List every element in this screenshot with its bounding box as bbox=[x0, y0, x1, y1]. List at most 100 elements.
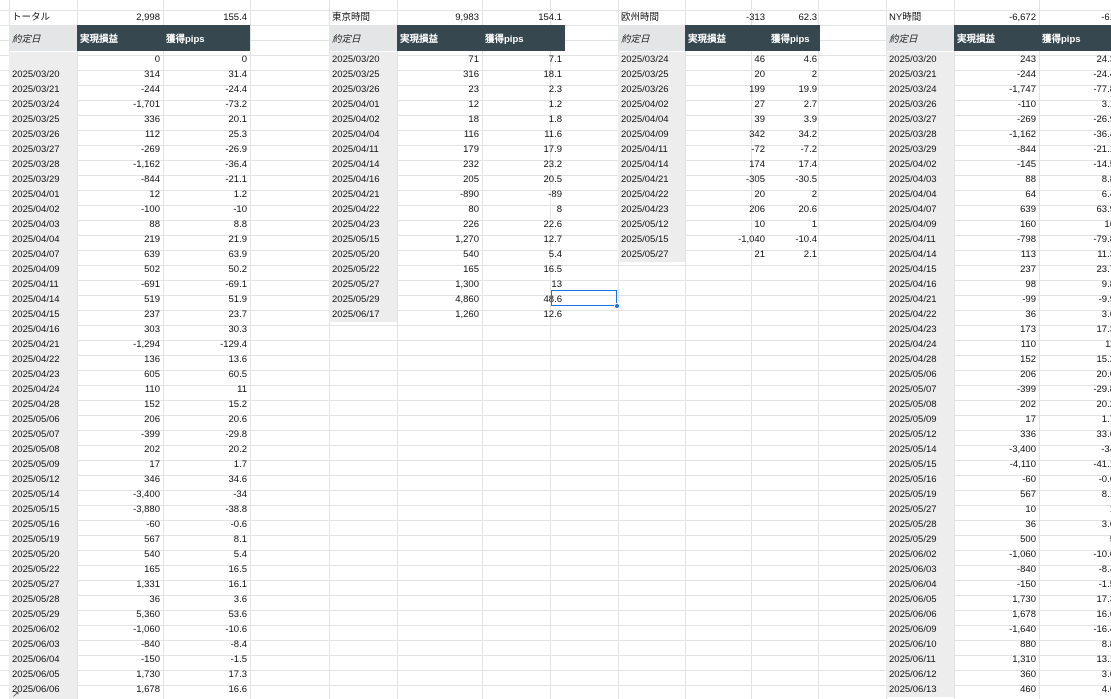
pl-cell[interactable]: 342 bbox=[685, 127, 768, 142]
date-cell[interactable]: 2025/06/05 bbox=[886, 592, 954, 607]
pips-cell[interactable]: 17.4 bbox=[768, 157, 820, 172]
pips-cell[interactable]: 16.5 bbox=[163, 562, 250, 577]
date-cell[interactable]: 2025/04/14 bbox=[9, 292, 77, 307]
pl-cell[interactable]: -110 bbox=[954, 97, 1039, 112]
table-title[interactable]: 東京時間 bbox=[329, 10, 397, 25]
pl-cell[interactable]: -269 bbox=[954, 112, 1039, 127]
date-cell[interactable]: 2025/04/23 bbox=[886, 322, 954, 337]
fill-handle[interactable] bbox=[614, 303, 620, 309]
pips-cell[interactable]: 8.1 bbox=[163, 532, 250, 547]
pips-cell[interactable]: 1 bbox=[768, 217, 820, 232]
date-cell[interactable]: 2025/06/03 bbox=[9, 637, 77, 652]
pl-cell[interactable]: 219 bbox=[77, 232, 163, 247]
pl-cell[interactable]: -1,747 bbox=[954, 82, 1039, 97]
pips-cell[interactable]: -21.1 bbox=[1039, 142, 1111, 157]
date-cell[interactable]: 2025/06/09 bbox=[886, 622, 954, 637]
pips-cell[interactable]: 2.3 bbox=[482, 82, 565, 97]
date-cell[interactable]: 2025/03/21 bbox=[9, 82, 77, 97]
pl-cell[interactable]: 10 bbox=[954, 502, 1039, 517]
date-cell[interactable]: 2025/04/04 bbox=[618, 112, 685, 127]
pl-cell[interactable]: 303 bbox=[77, 322, 163, 337]
pl-cell[interactable]: 39 bbox=[685, 112, 768, 127]
header-date[interactable]: 約定日 bbox=[886, 25, 954, 51]
pips-cell[interactable]: -77.8 bbox=[1039, 82, 1111, 97]
pips-cell[interactable]: 7.1 bbox=[482, 52, 565, 67]
header-pips[interactable]: 獲得pips bbox=[1039, 25, 1111, 51]
date-cell[interactable]: 2025/04/11 bbox=[618, 142, 685, 157]
pl-cell[interactable]: -244 bbox=[954, 67, 1039, 82]
pips-cell[interactable]: 0 bbox=[163, 52, 250, 67]
date-cell[interactable]: 2025/04/03 bbox=[9, 217, 77, 232]
pl-cell[interactable]: 1,270 bbox=[397, 232, 482, 247]
date-cell[interactable]: 2025/04/24 bbox=[886, 337, 954, 352]
total-pips-cell[interactable]: -61 bbox=[1039, 10, 1111, 25]
pl-cell[interactable]: 17 bbox=[77, 457, 163, 472]
pl-cell[interactable]: -399 bbox=[954, 382, 1039, 397]
date-cell[interactable]: 2025/05/29 bbox=[9, 607, 77, 622]
date-cell[interactable]: 2025/03/24 bbox=[9, 97, 77, 112]
date-cell[interactable]: 2025/06/04 bbox=[9, 652, 77, 667]
pl-cell[interactable]: -798 bbox=[954, 232, 1039, 247]
pips-cell[interactable]: -7.2 bbox=[768, 142, 820, 157]
date-cell[interactable]: 2025/06/11 bbox=[886, 652, 954, 667]
pips-cell[interactable]: -34 bbox=[163, 487, 250, 502]
pips-cell[interactable]: 8.8 bbox=[1039, 172, 1111, 187]
header-pl[interactable]: 実現損益 bbox=[954, 25, 1039, 51]
date-cell[interactable]: 2025/04/22 bbox=[9, 352, 77, 367]
pips-cell[interactable]: 31.4 bbox=[163, 67, 250, 82]
date-cell[interactable]: 2025/04/15 bbox=[9, 307, 77, 322]
pl-cell[interactable]: -399 bbox=[77, 427, 163, 442]
header-pl[interactable]: 実現損益 bbox=[397, 25, 482, 51]
pl-cell[interactable]: -1,162 bbox=[954, 127, 1039, 142]
date-cell[interactable] bbox=[9, 52, 77, 67]
pips-cell[interactable]: -1.5 bbox=[163, 652, 250, 667]
date-cell[interactable]: 2025/05/27 bbox=[886, 502, 954, 517]
pips-cell[interactable]: 20.2 bbox=[163, 442, 250, 457]
pl-cell[interactable]: 98 bbox=[954, 277, 1039, 292]
pips-cell[interactable]: 3.1 bbox=[1039, 97, 1111, 112]
pips-cell[interactable]: 34.6 bbox=[163, 472, 250, 487]
pips-cell[interactable]: 8.8 bbox=[163, 217, 250, 232]
pl-cell[interactable]: 202 bbox=[954, 397, 1039, 412]
date-cell[interactable]: 2025/04/02 bbox=[9, 202, 77, 217]
pips-cell[interactable]: 11.3 bbox=[1039, 247, 1111, 262]
total-pl-cell[interactable]: 2,998 bbox=[77, 10, 163, 25]
pips-cell[interactable]: 2 bbox=[768, 67, 820, 82]
pl-cell[interactable]: -305 bbox=[685, 172, 768, 187]
pips-cell[interactable]: 4.6 bbox=[768, 52, 820, 67]
pips-cell[interactable]: -10.4 bbox=[768, 232, 820, 247]
pl-cell[interactable]: 160 bbox=[954, 217, 1039, 232]
pl-cell[interactable]: 226 bbox=[397, 217, 482, 232]
pips-cell[interactable]: -10 bbox=[163, 202, 250, 217]
pips-cell[interactable]: -10.6 bbox=[1039, 547, 1111, 562]
pips-cell[interactable]: 12.6 bbox=[482, 307, 565, 322]
date-cell[interactable]: 2025/05/27 bbox=[9, 577, 77, 592]
pl-cell[interactable]: 23 bbox=[397, 82, 482, 97]
pips-cell[interactable]: 25.3 bbox=[163, 127, 250, 142]
pl-cell[interactable]: 360 bbox=[954, 667, 1039, 682]
pips-cell[interactable]: 15.2 bbox=[163, 397, 250, 412]
pl-cell[interactable]: 567 bbox=[954, 487, 1039, 502]
pl-cell[interactable]: 173 bbox=[954, 322, 1039, 337]
date-cell[interactable]: 2025/04/01 bbox=[9, 187, 77, 202]
date-cell[interactable]: 2025/04/04 bbox=[329, 127, 397, 142]
pl-cell[interactable]: 502 bbox=[77, 262, 163, 277]
pips-cell[interactable]: 13.6 bbox=[163, 352, 250, 367]
pips-cell[interactable]: -24.4 bbox=[163, 82, 250, 97]
pl-cell[interactable]: -840 bbox=[77, 637, 163, 652]
pips-cell[interactable]: -8.4 bbox=[1039, 562, 1111, 577]
pl-cell[interactable]: 232 bbox=[397, 157, 482, 172]
pl-cell[interactable]: -3,880 bbox=[77, 502, 163, 517]
pips-cell[interactable]: 30.3 bbox=[163, 322, 250, 337]
pl-cell[interactable]: 316 bbox=[397, 67, 482, 82]
table-title[interactable]: NY時間 bbox=[886, 10, 954, 25]
date-cell[interactable]: 2025/03/24 bbox=[886, 82, 954, 97]
date-cell[interactable]: 2025/04/21 bbox=[9, 337, 77, 352]
pl-cell[interactable]: 540 bbox=[397, 247, 482, 262]
pips-cell[interactable]: -26.9 bbox=[163, 142, 250, 157]
pips-cell[interactable]: 20.6 bbox=[1039, 367, 1111, 382]
pl-cell[interactable]: 27 bbox=[685, 97, 768, 112]
pips-cell[interactable]: -30.5 bbox=[768, 172, 820, 187]
date-cell[interactable]: 2025/05/27 bbox=[329, 277, 397, 292]
pips-cell[interactable]: 1.7 bbox=[1039, 412, 1111, 427]
